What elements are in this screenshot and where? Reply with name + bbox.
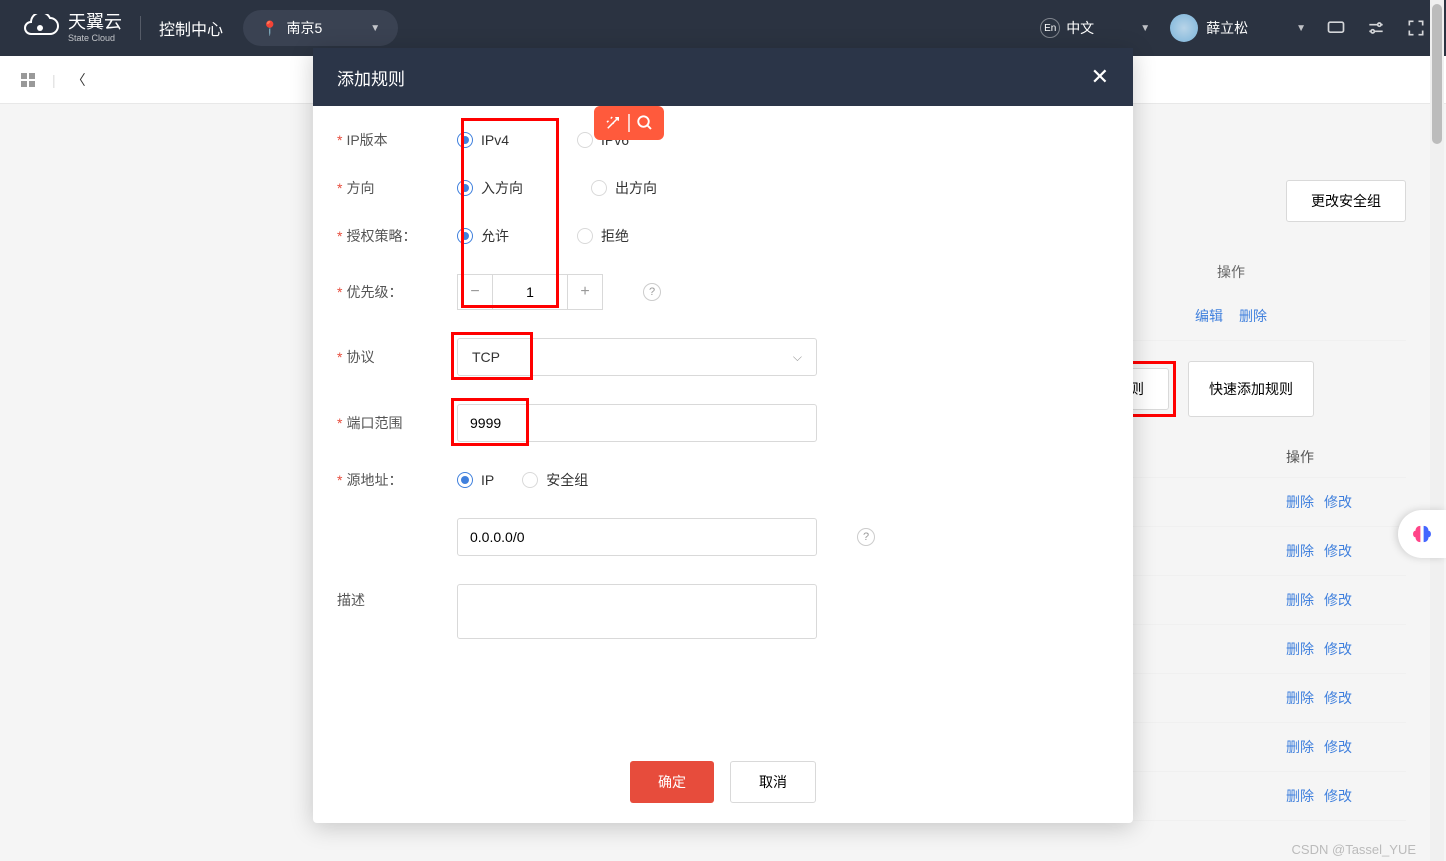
form-row-direction: *方向 入方向 出方向: [337, 178, 1109, 198]
help-icon[interactable]: ?: [857, 528, 875, 546]
source-ip-input[interactable]: [457, 518, 817, 556]
label-source: 源地址：: [346, 470, 402, 490]
chevron-down-icon: ⌵: [793, 350, 802, 365]
radio-ipv4[interactable]: IPv4: [457, 132, 509, 148]
floating-tool-badge[interactable]: [594, 106, 664, 140]
assistant-button[interactable]: [1398, 510, 1446, 558]
radio-icon: [457, 180, 473, 196]
brain-icon: [1409, 521, 1435, 547]
add-rule-modal: 添加规则 ✕ *IP版本 IPv4 IPv6: [313, 48, 1133, 823]
priority-input[interactable]: [493, 274, 567, 310]
search-icon: [636, 114, 654, 132]
form-row-protocol: *协议 TCP ⌵: [337, 338, 1109, 376]
modal-header: 添加规则 ✕: [313, 48, 1133, 106]
radio-icon: [457, 472, 473, 488]
label-priority: 优先级：: [346, 282, 402, 302]
radio-icon: [457, 228, 473, 244]
radio-icon: [591, 180, 607, 196]
label-description: 描述: [337, 590, 365, 610]
port-input[interactable]: [457, 404, 817, 442]
form-row-description: 描述: [337, 584, 1109, 639]
label-direction: 方向: [346, 178, 374, 198]
radio-icon: [522, 472, 538, 488]
radio-outbound[interactable]: 出方向: [591, 178, 657, 198]
radio-inbound[interactable]: 入方向: [457, 178, 523, 198]
radio-deny[interactable]: 拒绝: [577, 226, 629, 246]
radio-icon: [577, 228, 593, 244]
form-row-priority: *优先级： − + ?: [337, 274, 1109, 310]
protocol-value: TCP: [472, 349, 500, 365]
form-row-port: *端口范围: [337, 404, 1109, 442]
label-authpolicy: 授权策略：: [346, 226, 416, 246]
label-protocol: 协议: [346, 347, 374, 367]
modal-footer: 确定 取消: [313, 741, 1133, 823]
confirm-button[interactable]: 确定: [630, 761, 714, 803]
radio-icon: [577, 132, 593, 148]
form-row-ipversion: *IP版本 IPv4 IPv6: [337, 130, 1109, 150]
modal-body: *IP版本 IPv4 IPv6 *方向: [313, 106, 1133, 741]
watermark: CSDN @Tassel_YUE: [1292, 842, 1416, 857]
radio-allow[interactable]: 允许: [457, 226, 509, 246]
description-input[interactable]: [457, 584, 817, 639]
form-row-sourceip: ?: [337, 518, 1109, 556]
protocol-select[interactable]: TCP ⌵: [457, 338, 817, 376]
cancel-button[interactable]: 取消: [730, 761, 816, 803]
decrement-button[interactable]: −: [457, 274, 493, 310]
badge-divider: [628, 114, 630, 132]
modal-overlay: 添加规则 ✕ *IP版本 IPv4 IPv6: [0, 0, 1446, 861]
increment-button[interactable]: +: [567, 274, 603, 310]
label-ipversion: IP版本: [346, 130, 387, 150]
magic-wand-icon: [604, 114, 622, 132]
radio-source-sg[interactable]: 安全组: [522, 470, 588, 490]
form-row-source: *源地址： IP 安全组: [337, 470, 1109, 490]
radio-icon: [457, 132, 473, 148]
radio-source-ip[interactable]: IP: [457, 472, 494, 488]
close-icon[interactable]: ✕: [1091, 64, 1109, 90]
label-port: 端口范围: [346, 413, 402, 433]
form-row-authpolicy: *授权策略： 允许 拒绝: [337, 226, 1109, 246]
help-icon[interactable]: ?: [643, 283, 661, 301]
modal-title: 添加规则: [337, 65, 405, 90]
priority-stepper: − +: [457, 274, 603, 310]
